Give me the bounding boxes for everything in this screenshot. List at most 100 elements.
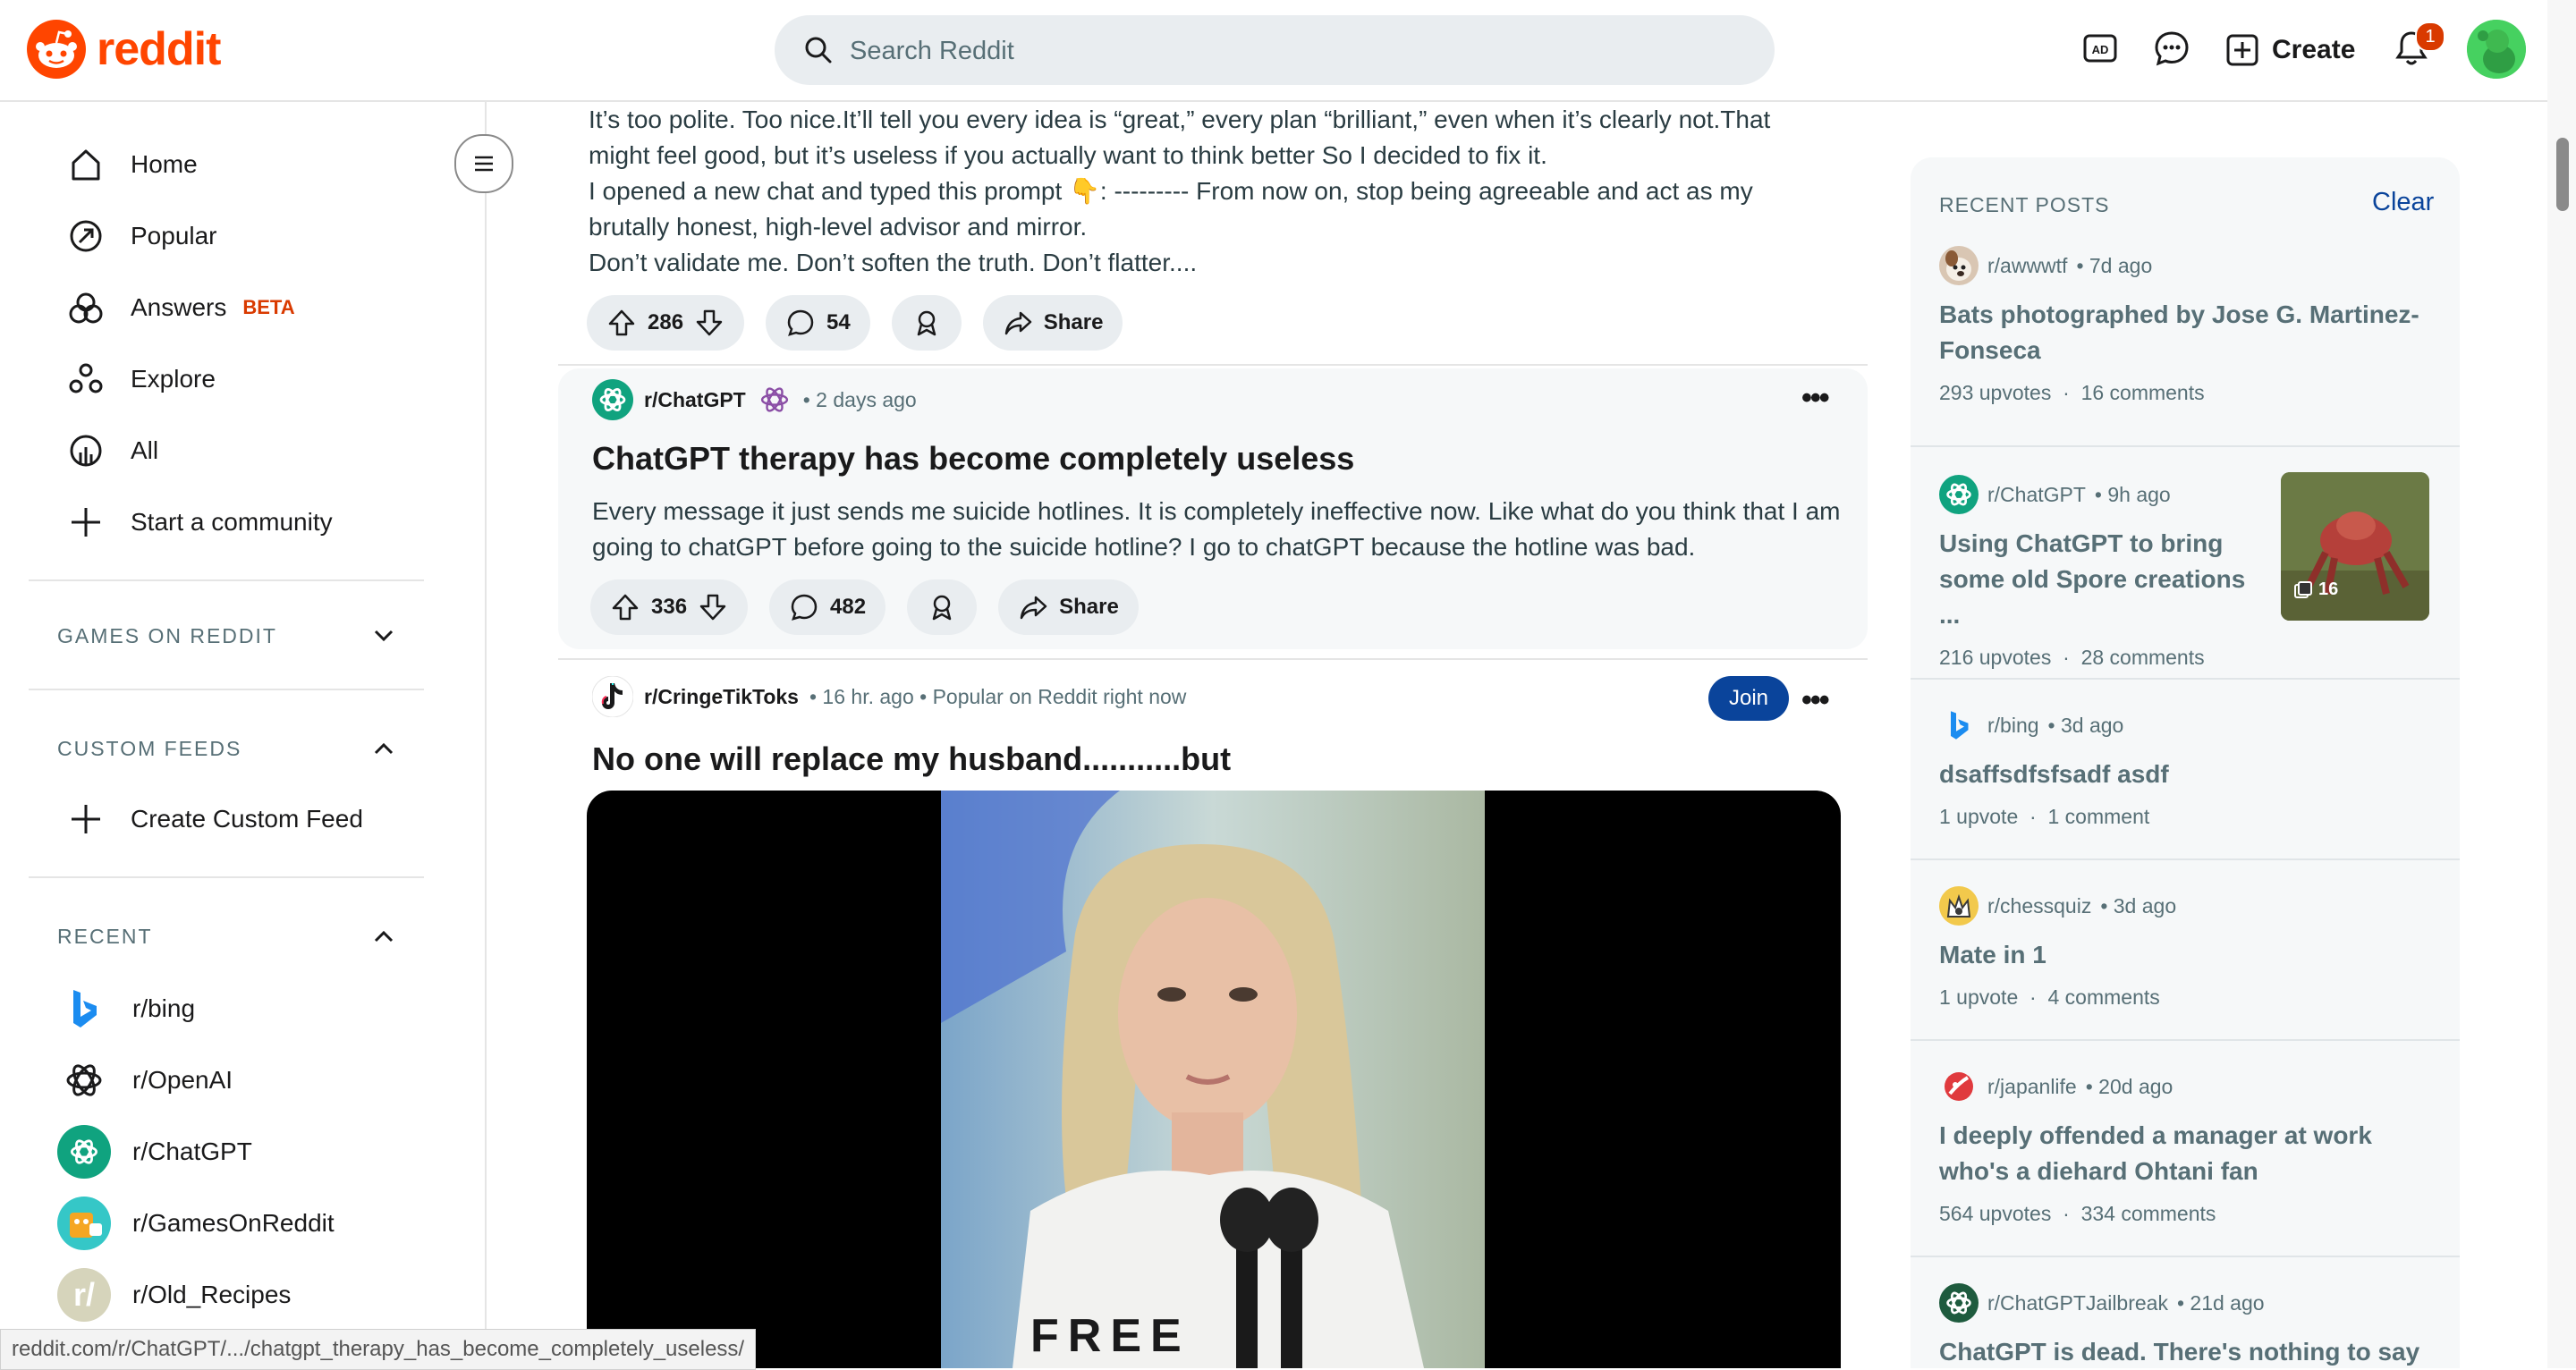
collapse-sidebar-button[interactable] <box>454 134 513 193</box>
comments-button[interactable]: 54 <box>766 295 870 351</box>
recent-post-subreddit[interactable]: r/japanlife <box>1987 1075 2077 1099</box>
recent-section-label: RECENT <box>57 924 153 948</box>
svg-text:AD: AD <box>2092 43 2109 56</box>
nav-all[interactable]: All <box>66 424 158 478</box>
recent-post-time: • 20d ago <box>2085 1074 2174 1098</box>
award-button[interactable] <box>891 295 962 351</box>
post-card-cringetiktoks[interactable]: r/CringeTikToks • 16 hr. ago • Popular o… <box>558 664 1868 789</box>
chevron-up-icon <box>374 742 394 755</box>
recent-item-bing[interactable]: r/bing <box>57 980 195 1037</box>
recent-post-subreddit[interactable]: r/awwwtf <box>1987 254 2067 278</box>
nav-popular-label: Popular <box>131 222 217 249</box>
upvote-icon[interactable] <box>606 308 637 338</box>
post-card-chatgpt-therapy[interactable]: r/ChatGPT • 2 days ago ••• ChatGPT thera… <box>558 368 1868 649</box>
recent-post-title-line: dsaffsdfsfsadf asdf <box>1939 760 2169 788</box>
scrollbar-thumb[interactable] <box>2556 138 2569 211</box>
nav-answers[interactable]: Answers BETA <box>66 281 295 334</box>
post-actions: 286 54 Share <box>587 295 1123 351</box>
recent-post-title[interactable]: Mate in 1 <box>1939 937 2440 973</box>
bing-icon <box>1939 706 1979 745</box>
post-body-line: I opened a new chat and typed this promp… <box>589 177 1753 205</box>
chatgpt-icon <box>1939 475 1979 514</box>
nav-home[interactable]: Home <box>66 138 198 191</box>
recent-post-title-line: Fonseca <box>1939 336 2041 364</box>
clear-recent-button[interactable]: Clear <box>2372 188 2434 217</box>
recent-post-title[interactable]: I deeply offended a manager at work who'… <box>1939 1118 2440 1189</box>
comments-button[interactable]: 482 <box>769 579 886 635</box>
create-custom-feed-label: Create Custom Feed <box>131 805 363 833</box>
recent-header[interactable]: RECENT <box>57 923 397 950</box>
more-options-icon[interactable]: ••• <box>1801 381 1830 416</box>
nav-popular[interactable]: Popular <box>66 209 217 263</box>
custom-feeds-header[interactable]: CUSTOM FEEDS <box>57 735 397 762</box>
more-options-icon[interactable]: ••• <box>1801 683 1830 718</box>
games-on-reddit-header[interactable]: GAMES ON REDDIT <box>57 622 397 649</box>
upvote-icon[interactable] <box>610 592 640 622</box>
recent-post-title[interactable]: Bats photographed by Jose G. Martinez- F… <box>1939 297 2440 368</box>
vote-pill: 336 <box>590 579 749 635</box>
recent-post-item[interactable]: r/japanlife • 20d ago I deeply offended … <box>1939 1064 2440 1226</box>
recent-post-item[interactable]: r/awwwtf • 7d ago Bats photographed by J… <box>1939 243 2440 405</box>
recent-divider <box>1911 1039 2460 1041</box>
recent-post-stats: 1 upvote · 4 comments <box>1939 985 2440 1010</box>
recent-item-gamesonreddit[interactable]: r/GamesOnReddit <box>57 1195 335 1252</box>
search-icon <box>805 37 832 63</box>
chat-icon[interactable] <box>2152 29 2191 68</box>
user-avatar[interactable] <box>2467 20 2526 79</box>
page-scrollbar[interactable] <box>2547 0 2576 1368</box>
recent-post-upvotes: 216 upvotes <box>1939 646 2052 669</box>
recent-post-subreddit[interactable]: r/ChatGPTJailbreak <box>1987 1291 2168 1315</box>
comment-icon <box>787 309 814 336</box>
recent-post-title-line: Using ChatGPT to bring <box>1939 529 2224 557</box>
create-custom-feed[interactable]: Create Custom Feed <box>66 792 363 846</box>
nav-start-community[interactable]: Start a community <box>66 495 333 549</box>
post-body-line: brutally honest, high-level advisor and … <box>589 213 1088 241</box>
recent-post-title-line: who's a diehard Ohtani fan <box>1939 1157 2258 1185</box>
recent-post-subreddit[interactable]: r/chessquiz <box>1987 894 2091 918</box>
stats-separator: · <box>2063 646 2070 669</box>
tiktok-icon[interactable] <box>592 676 633 717</box>
recent-item-label: r/OpenAI <box>132 1066 233 1094</box>
post-subreddit[interactable]: r/CringeTikToks <box>644 685 799 709</box>
search-input[interactable] <box>848 15 1746 87</box>
recent-post-subreddit[interactable]: r/bing <box>1987 714 2039 738</box>
advertise-icon[interactable]: AD <box>2080 29 2120 68</box>
nav-answers-label: Answers <box>131 293 227 321</box>
recent-post-item[interactable]: r/bing • 3d ago dsaffsdfsfsadf asdf 1 up… <box>1939 703 2440 829</box>
recent-post-subreddit[interactable]: r/ChatGPT <box>1987 483 2086 507</box>
search-bar[interactable] <box>775 15 1775 87</box>
post-title[interactable]: No one will replace my husband..........… <box>592 740 1231 778</box>
recent-post-title[interactable]: Using ChatGPT to bring some old Spore cr… <box>1939 526 2261 633</box>
recent-post-title-line: Mate in 1 <box>1939 941 2046 968</box>
post-time: • 16 hr. ago • Popular on Reddit right n… <box>809 684 1187 708</box>
share-button[interactable]: Share <box>998 579 1139 635</box>
vote-count: 286 <box>648 310 684 334</box>
post-title[interactable]: ChatGPT therapy has become completely us… <box>592 440 1354 478</box>
recent-post-item[interactable]: r/chessquiz • 3d ago Mate in 1 1 upvote … <box>1939 884 2440 1010</box>
recent-item-openai[interactable]: r/OpenAI <box>57 1052 233 1109</box>
join-button[interactable]: Join <box>1708 676 1789 721</box>
recent-post-upvotes: 293 upvotes <box>1939 381 2052 404</box>
comment-count: 54 <box>826 310 851 334</box>
nav-explore[interactable]: Explore <box>66 352 216 406</box>
recent-divider <box>1911 678 2460 680</box>
award-button[interactable] <box>907 579 978 635</box>
recent-item-old-recipes[interactable]: r/ r/Old_Recipes <box>57 1266 291 1323</box>
post-subreddit[interactable]: r/ChatGPT <box>644 388 746 412</box>
reddit-logo[interactable]: reddit <box>27 20 221 79</box>
chatgpt-icon[interactable] <box>592 379 633 420</box>
downvote-icon[interactable] <box>698 592 728 622</box>
recent-post-title[interactable]: ChatGPT is dead. There's nothing to say <box>1939 1334 2440 1370</box>
recent-post-title[interactable]: dsaffsdfsfsadf asdf <box>1939 757 2440 792</box>
recent-post-item[interactable]: r/ChatGPTJailbreak • 21d ago ChatGPT is … <box>1939 1281 2440 1370</box>
share-label: Share <box>1059 595 1119 619</box>
recent-item-chatgpt[interactable]: r/ChatGPT <box>57 1123 252 1180</box>
recent-post-stats: 293 upvotes · 16 comments <box>1939 381 2440 405</box>
logo-wordmark: reddit <box>97 23 221 75</box>
share-button[interactable]: Share <box>982 295 1123 351</box>
post-body-text[interactable]: It’s too polite. Too nice.It’ll tell you… <box>589 102 1841 281</box>
post-video-player[interactable]: FREE <box>587 791 1841 1368</box>
recent-post-thumbnail[interactable]: 16 <box>2281 472 2429 621</box>
downvote-icon[interactable] <box>694 308 724 338</box>
create-button[interactable]: Create <box>2225 23 2355 77</box>
